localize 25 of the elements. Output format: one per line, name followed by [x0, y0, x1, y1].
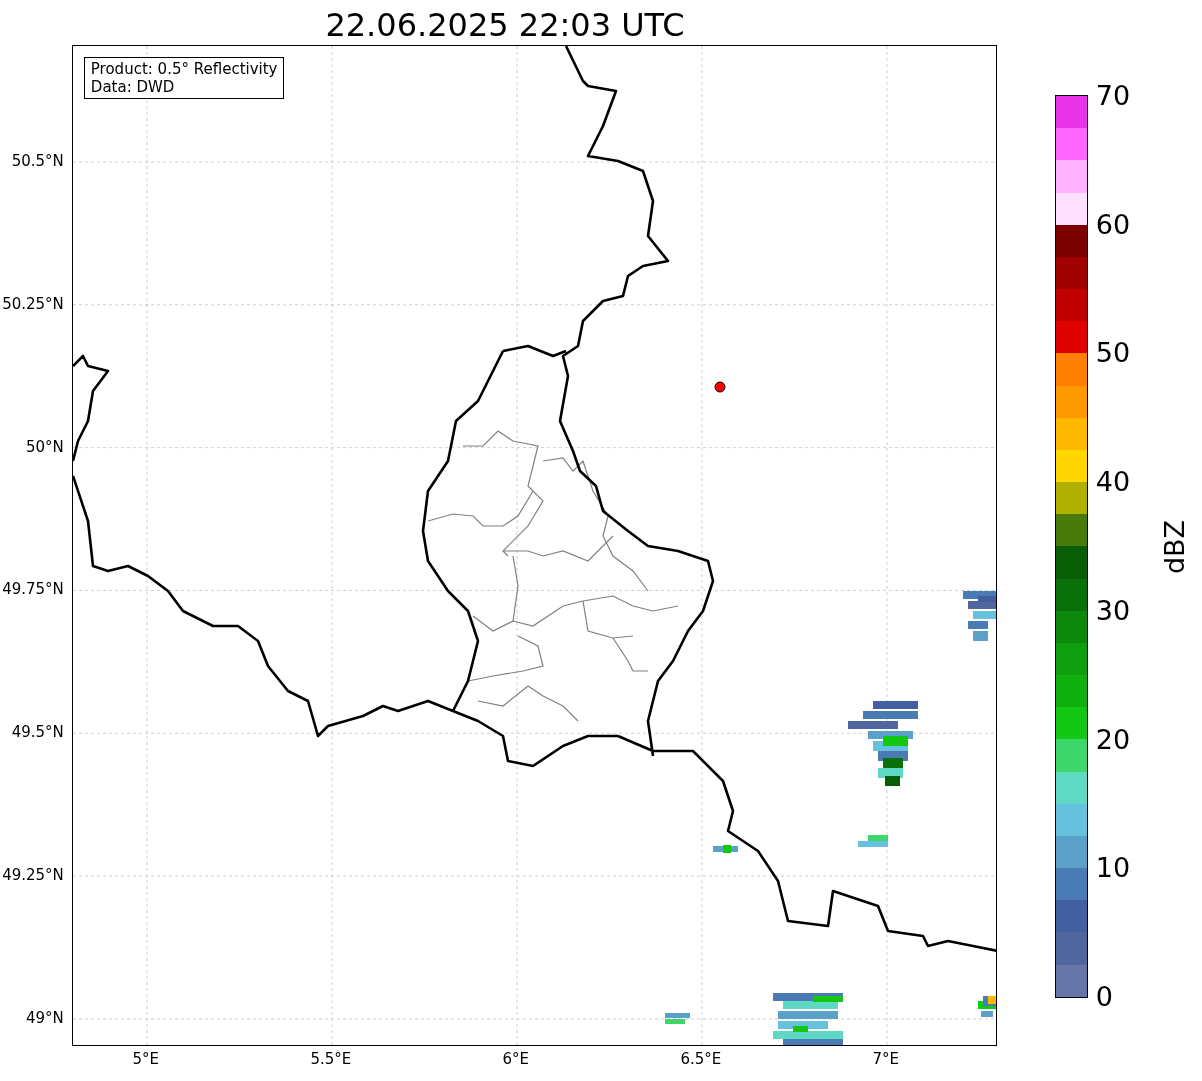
longitude-label: 6°E [502, 1050, 530, 1068]
info-text: Product: 0.5° Reflectivity [90, 60, 278, 78]
colorbar-tick-label: 0 [1095, 982, 1113, 1012]
colorbar-tick-label: 40 [1095, 467, 1131, 498]
latitude-label: 50.25°N [2, 294, 64, 313]
longitude-label: 5.5°E [310, 1050, 352, 1068]
latitude-label: 50.5°N [11, 151, 64, 170]
chart-title: 22.06.2025 22:03 UTC [325, 5, 685, 45]
radar-site-marker [714, 381, 726, 393]
latitude-label: 49°N [26, 1008, 64, 1027]
latitude-label: 49.75°N [2, 580, 64, 599]
info-text: Data: DWD [90, 78, 176, 96]
latitude-label: 49.25°N [2, 866, 64, 885]
colorbar-tick-label: 70 [1095, 81, 1131, 111]
colorbar-tick-label: 60 [1095, 209, 1131, 240]
longitude-label: 6.5°E [680, 1050, 722, 1068]
longitude-label: 5°E [132, 1050, 160, 1068]
latitude-label: 49.5°N [11, 723, 64, 742]
colorbar-tick-label: 20 [1095, 724, 1131, 755]
longitude-label: 7°E [872, 1050, 900, 1068]
colorbar-label: dBZ [1159, 519, 1190, 574]
colorbar-tick-label: 30 [1095, 595, 1131, 626]
latitude-label: 50°N [26, 437, 64, 456]
colorbar-tick-label: 50 [1095, 338, 1131, 369]
colorbar-tick-label: 10 [1095, 853, 1131, 884]
